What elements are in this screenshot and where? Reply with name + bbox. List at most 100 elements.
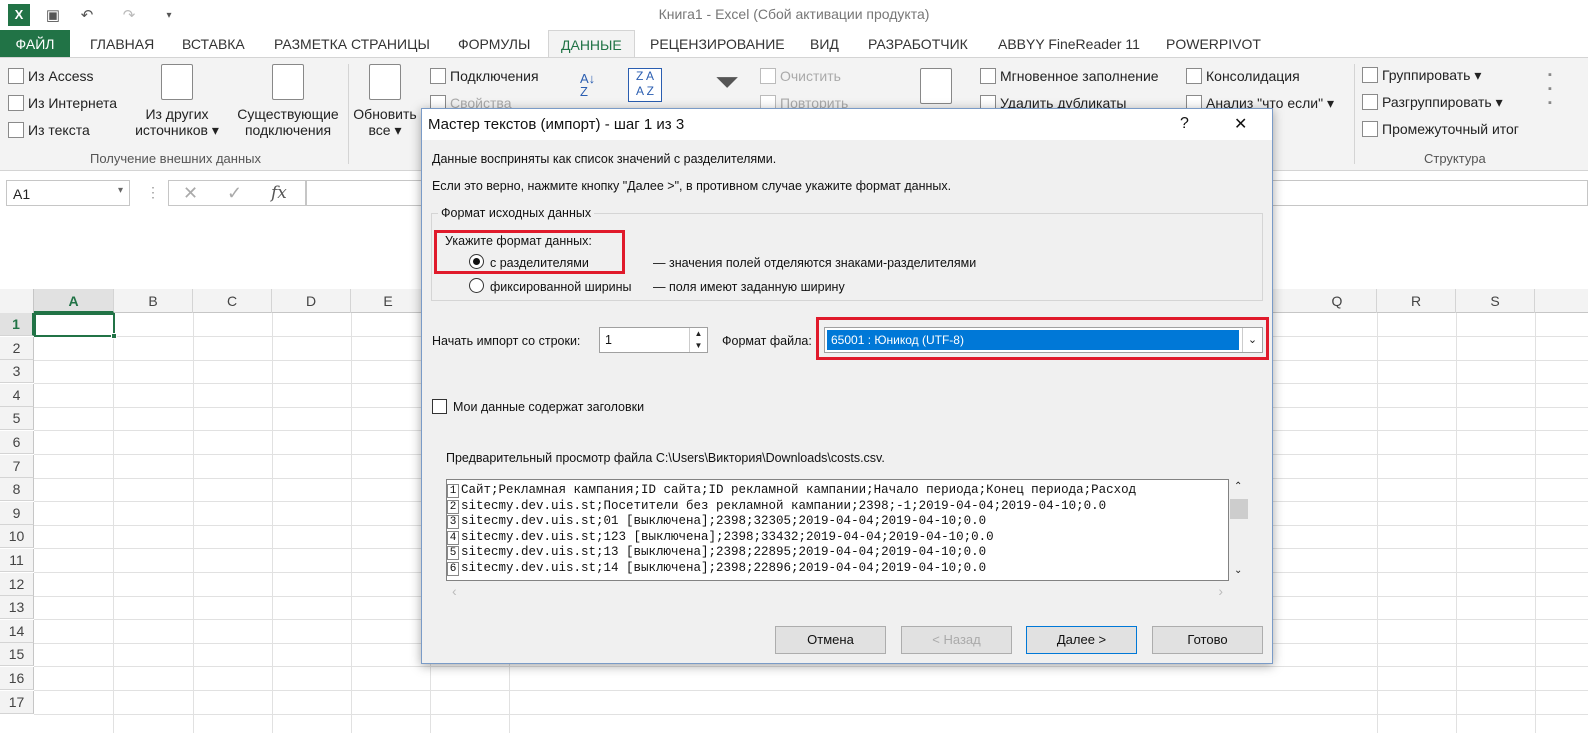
column-header-r[interactable]: R <box>1377 289 1456 313</box>
tab-data[interactable]: ДАННЫЕ <box>548 30 635 58</box>
from-text-button[interactable]: Из текста <box>8 122 90 138</box>
refresh-all-button[interactable]: Обновить все ▾ <box>350 64 420 148</box>
tab-abbyy[interactable]: ABBYY FineReader 11 <box>986 30 1152 58</box>
scroll-down-icon[interactable]: ⌄ <box>1234 565 1242 576</box>
grid-row-line <box>34 713 1588 715</box>
column-header-d[interactable]: D <box>272 289 351 313</box>
connections-button[interactable]: Подключения <box>430 68 539 84</box>
preview-box[interactable]: 1 Сайт;Рекламная кампания;ID сайта;ID рек… <box>446 479 1229 581</box>
tab-home[interactable]: ГЛАВНАЯ <box>78 30 166 58</box>
row-header[interactable]: 14 <box>0 619 34 643</box>
scroll-thumb[interactable] <box>1230 499 1248 519</box>
active-cell-a1[interactable] <box>34 313 115 337</box>
column-header-a[interactable]: A <box>34 289 114 313</box>
tab-file[interactable]: ФАЙЛ <box>0 30 70 58</box>
stepper-up-icon[interactable]: ▲ <box>689 328 707 340</box>
row-header[interactable]: 2 <box>0 336 34 360</box>
access-icon <box>8 68 24 84</box>
row-header[interactable]: 7 <box>0 454 34 478</box>
other-sources-icon <box>161 64 193 100</box>
start-row-stepper[interactable]: 1 ▲ ▼ <box>599 327 708 353</box>
preview-line: 1 Сайт;Рекламная кампания;ID сайта;ID рек… <box>447 483 1136 499</box>
close-button[interactable]: ✕ <box>1234 114 1247 134</box>
delimited-description: — значения полей отделяются знаками-разд… <box>653 256 977 270</box>
insert-function-icon[interactable]: fx <box>271 183 287 203</box>
column-header-b[interactable]: B <box>114 289 193 313</box>
outline-side-icons[interactable]: ▪ ▪ ▪ <box>1548 68 1564 128</box>
name-box[interactable]: A1 ▾ <box>6 180 130 206</box>
headers-label[interactable]: Мои данные содержат заголовки <box>453 400 644 414</box>
help-button[interactable]: ? <box>1180 115 1189 133</box>
group-button[interactable]: Группировать ▾ <box>1362 67 1481 84</box>
tab-developer[interactable]: РАЗРАБОТЧИК <box>856 30 980 58</box>
column-header-s[interactable]: S <box>1456 289 1535 313</box>
tab-page-layout[interactable]: РАЗМЕТКА СТРАНИЦЫ <box>262 30 442 58</box>
row-header[interactable]: 12 <box>0 572 34 596</box>
file-format-select[interactable]: 65001 : Юникод (UTF-8) ⌄ <box>824 327 1263 353</box>
finish-button[interactable]: Готово <box>1152 626 1263 654</box>
row-header[interactable]: 11 <box>0 549 34 572</box>
from-other-sources-button[interactable]: Из других источников ▾ <box>132 64 222 148</box>
preview-line-number: 1 <box>447 484 459 498</box>
next-button[interactable]: Далее > <box>1026 626 1137 654</box>
cancel-button[interactable]: Отмена <box>775 626 886 654</box>
column-header-e[interactable]: E <box>351 289 426 313</box>
fill-handle[interactable] <box>111 333 117 339</box>
existing-connections-button[interactable]: Существующие подключения <box>232 64 344 148</box>
scroll-right-icon[interactable]: › <box>1218 583 1223 599</box>
from-web-button[interactable]: Из Интернета <box>8 95 117 111</box>
tab-review[interactable]: РЕЦЕНЗИРОВАНИЕ <box>638 30 797 58</box>
back-button[interactable]: < Назад <box>901 626 1012 654</box>
flash-fill-button[interactable]: Мгновенное заполнение <box>980 68 1159 84</box>
scroll-up-icon[interactable]: ⌃ <box>1234 481 1242 492</box>
name-box-dropdown-icon[interactable]: ▾ <box>118 185 123 196</box>
row-header[interactable]: 17 <box>0 690 34 714</box>
delimited-radio[interactable] <box>469 254 484 269</box>
row-header[interactable]: 5 <box>0 407 34 431</box>
tab-formulas[interactable]: ФОРМУЛЫ <box>446 30 542 58</box>
grid-column-line <box>113 313 114 733</box>
ungroup-button[interactable]: Разгруппировать ▾ <box>1362 94 1503 111</box>
chevron-down-icon[interactable]: ⌄ <box>1242 328 1262 352</box>
cancel-formula-icon[interactable]: ✕ <box>183 183 198 204</box>
row-header[interactable]: 3 <box>0 360 34 384</box>
row-header[interactable]: 9 <box>0 501 34 525</box>
column-header-q[interactable]: Q <box>1298 289 1377 313</box>
consolidate-button[interactable]: Консолидация <box>1186 68 1300 84</box>
tab-powerpivot[interactable]: POWERPIVOT <box>1154 30 1273 58</box>
headers-checkbox[interactable] <box>432 399 447 414</box>
from-other-label-2: источников ▾ <box>135 122 219 138</box>
text-to-columns-icon[interactable] <box>920 68 960 106</box>
preview-vertical-scrollbar[interactable]: ⌃ ⌄ <box>1230 479 1248 581</box>
row-header[interactable]: 6 <box>0 431 34 454</box>
preview-horizontal-scrollbar[interactable]: ‹ › <box>446 583 1229 601</box>
sort-az-icon[interactable]: A↓ Z <box>580 72 600 100</box>
row-header[interactable]: 10 <box>0 525 34 549</box>
fixed-width-radio[interactable] <box>469 278 484 293</box>
grid-column-line <box>1377 313 1378 733</box>
enter-formula-icon[interactable]: ✓ <box>227 183 242 204</box>
sort-dialog-icon[interactable]: Z AA Z <box>628 68 662 102</box>
from-access-button[interactable]: Из Access <box>8 68 94 84</box>
subtotal-button[interactable]: Промежуточный итог <box>1362 121 1519 137</box>
row-header[interactable]: 1 <box>0 313 34 336</box>
select-all-corner[interactable] <box>0 289 34 313</box>
row-header[interactable]: 16 <box>0 667 34 690</box>
row-header[interactable]: 8 <box>0 478 34 502</box>
filter-icon[interactable]: ⏷ <box>710 68 744 102</box>
row-header[interactable]: 15 <box>0 643 34 667</box>
from-other-label-1: Из других <box>145 106 209 122</box>
column-header-c[interactable]: C <box>193 289 272 313</box>
row-header[interactable]: 13 <box>0 596 34 620</box>
preview-line-text: sitecmy.dev.uis.st;123 [выключена];2398;… <box>461 529 994 544</box>
delimited-label[interactable]: с разделителями <box>490 256 589 270</box>
stepper-down-icon[interactable]: ▼ <box>689 340 707 352</box>
preview-line-text: Сайт;Рекламная кампания;ID сайта;ID рекл… <box>461 483 1137 497</box>
tab-view[interactable]: ВИД <box>798 30 851 58</box>
fixed-width-label[interactable]: фиксированной ширины <box>490 280 632 294</box>
scroll-left-icon[interactable]: ‹ <box>452 583 457 599</box>
name-box-value: A1 <box>13 186 31 202</box>
row-header[interactable]: 4 <box>0 383 34 407</box>
tab-insert[interactable]: ВСТАВКА <box>170 30 257 58</box>
clear-button[interactable]: Очистить <box>760 68 841 84</box>
